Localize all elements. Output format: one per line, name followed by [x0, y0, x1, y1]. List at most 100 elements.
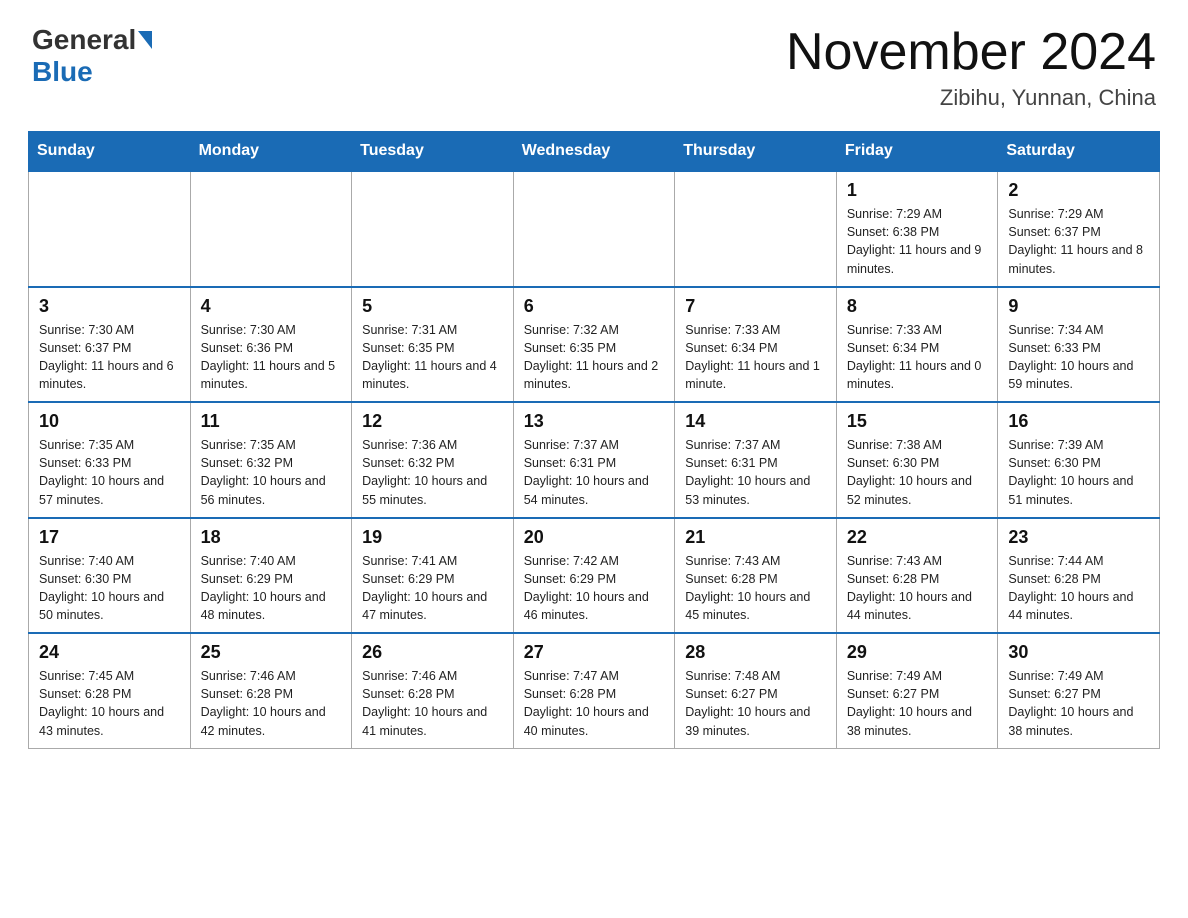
calendar-cell: 19 Sunrise: 7:41 AM Sunset: 6:29 PM Dayli…: [352, 518, 514, 634]
calendar-week-row: 3Sunrise: 7:30 AM Sunset: 6:37 PM Daylig…: [29, 287, 1160, 403]
day-info: Sunrise: 7:46 AM Sunset: 6:28 PM Dayligh…: [362, 667, 503, 740]
day-number: 26: [362, 642, 503, 663]
day-info: Sunrise: 7:39 AM Sunset: 6:30 PM Dayligh…: [1008, 436, 1149, 509]
day-number: 19: [362, 527, 503, 548]
logo-general-text: General: [32, 24, 136, 56]
day-info: Sunrise: 7:31 AM Sunset: 6:35 PM Dayligh…: [362, 321, 503, 394]
calendar-cell: 4Sunrise: 7:30 AM Sunset: 6:36 PM Daylig…: [190, 287, 352, 403]
calendar-cell: 26 Sunrise: 7:46 AM Sunset: 6:28 PM Dayli…: [352, 633, 514, 748]
day-number: 29: [847, 642, 988, 663]
logo-arrow-icon: [138, 31, 152, 49]
day-info: Sunrise: 7:47 AM Sunset: 6:28 PM Dayligh…: [524, 667, 665, 740]
day-info: Sunrise: 7:43 AM Sunset: 6:28 PM Dayligh…: [685, 552, 826, 625]
location-subtitle: Zibihu, Yunnan, China: [786, 85, 1156, 111]
calendar-cell: 8Sunrise: 7:33 AM Sunset: 6:34 PM Daylig…: [836, 287, 998, 403]
calendar-week-row: 17 Sunrise: 7:40 AM Sunset: 6:30 PM Dayli…: [29, 518, 1160, 634]
calendar-cell: 6Sunrise: 7:32 AM Sunset: 6:35 PM Daylig…: [513, 287, 675, 403]
day-number: 24: [39, 642, 180, 663]
calendar-cell: 30 Sunrise: 7:49 AM Sunset: 6:27 PM Dayli…: [998, 633, 1160, 748]
calendar-cell: 5 Sunrise: 7:31 AM Sunset: 6:35 PM Daylig…: [352, 287, 514, 403]
day-number: 1: [847, 180, 988, 201]
month-year-title: November 2024: [786, 24, 1156, 81]
day-number: 18: [201, 527, 342, 548]
day-info: Sunrise: 7:37 AM Sunset: 6:31 PM Dayligh…: [524, 436, 665, 509]
day-info: Sunrise: 7:49 AM Sunset: 6:27 PM Dayligh…: [1008, 667, 1149, 740]
day-info: Sunrise: 7:29 AM Sunset: 6:37 PM Dayligh…: [1008, 205, 1149, 278]
calendar-cell: 3Sunrise: 7:30 AM Sunset: 6:37 PM Daylig…: [29, 287, 191, 403]
day-number: 20: [524, 527, 665, 548]
day-number: 8: [847, 296, 988, 317]
logo: General Blue: [32, 24, 154, 88]
day-info: Sunrise: 7:36 AM Sunset: 6:32 PM Dayligh…: [362, 436, 503, 509]
calendar-cell: 13 Sunrise: 7:37 AM Sunset: 6:31 PM Dayli…: [513, 402, 675, 518]
calendar-cell: [190, 171, 352, 287]
day-info: Sunrise: 7:35 AM Sunset: 6:33 PM Dayligh…: [39, 436, 180, 509]
page-header: General Blue November 2024 Zibihu, Yunna…: [0, 0, 1188, 121]
day-info: Sunrise: 7:41 AM Sunset: 6:29 PM Dayligh…: [362, 552, 503, 625]
calendar-cell: 18 Sunrise: 7:40 AM Sunset: 6:29 PM Dayli…: [190, 518, 352, 634]
calendar-cell: 28 Sunrise: 7:48 AM Sunset: 6:27 PM Dayli…: [675, 633, 837, 748]
calendar-cell: 12Sunrise: 7:36 AM Sunset: 6:32 PM Dayli…: [352, 402, 514, 518]
weekday-header-friday: Friday: [836, 132, 998, 172]
calendar-cell: 15 Sunrise: 7:38 AM Sunset: 6:30 PM Dayli…: [836, 402, 998, 518]
day-info: Sunrise: 7:30 AM Sunset: 6:36 PM Dayligh…: [201, 321, 342, 394]
day-number: 23: [1008, 527, 1149, 548]
calendar-cell: 10Sunrise: 7:35 AM Sunset: 6:33 PM Dayli…: [29, 402, 191, 518]
calendar-cell: 24 Sunrise: 7:45 AM Sunset: 6:28 PM Dayli…: [29, 633, 191, 748]
calendar-cell: 11 Sunrise: 7:35 AM Sunset: 6:32 PM Dayli…: [190, 402, 352, 518]
day-info: Sunrise: 7:48 AM Sunset: 6:27 PM Dayligh…: [685, 667, 826, 740]
day-info: Sunrise: 7:38 AM Sunset: 6:30 PM Dayligh…: [847, 436, 988, 509]
calendar-cell: 2Sunrise: 7:29 AM Sunset: 6:37 PM Daylig…: [998, 171, 1160, 287]
day-info: Sunrise: 7:45 AM Sunset: 6:28 PM Dayligh…: [39, 667, 180, 740]
day-number: 28: [685, 642, 826, 663]
calendar-cell: 17 Sunrise: 7:40 AM Sunset: 6:30 PM Dayli…: [29, 518, 191, 634]
day-info: Sunrise: 7:34 AM Sunset: 6:33 PM Dayligh…: [1008, 321, 1149, 394]
day-info: Sunrise: 7:40 AM Sunset: 6:29 PM Dayligh…: [201, 552, 342, 625]
day-number: 17: [39, 527, 180, 548]
calendar-cell: [352, 171, 514, 287]
day-info: Sunrise: 7:29 AM Sunset: 6:38 PM Dayligh…: [847, 205, 988, 278]
calendar-cell: 27Sunrise: 7:47 AM Sunset: 6:28 PM Dayli…: [513, 633, 675, 748]
weekday-header-monday: Monday: [190, 132, 352, 172]
day-info: Sunrise: 7:46 AM Sunset: 6:28 PM Dayligh…: [201, 667, 342, 740]
calendar-table: SundayMondayTuesdayWednesdayThursdayFrid…: [28, 131, 1160, 749]
day-number: 25: [201, 642, 342, 663]
day-number: 7: [685, 296, 826, 317]
day-number: 13: [524, 411, 665, 432]
calendar-cell: 29 Sunrise: 7:49 AM Sunset: 6:27 PM Dayli…: [836, 633, 998, 748]
day-info: Sunrise: 7:44 AM Sunset: 6:28 PM Dayligh…: [1008, 552, 1149, 625]
calendar-cell: 14Sunrise: 7:37 AM Sunset: 6:31 PM Dayli…: [675, 402, 837, 518]
calendar-cell: 1 Sunrise: 7:29 AM Sunset: 6:38 PM Daylig…: [836, 171, 998, 287]
weekday-header-wednesday: Wednesday: [513, 132, 675, 172]
calendar-week-row: 1 Sunrise: 7:29 AM Sunset: 6:38 PM Daylig…: [29, 171, 1160, 287]
calendar-week-row: 24 Sunrise: 7:45 AM Sunset: 6:28 PM Dayli…: [29, 633, 1160, 748]
day-number: 14: [685, 411, 826, 432]
weekday-header-tuesday: Tuesday: [352, 132, 514, 172]
weekday-header-row: SundayMondayTuesdayWednesdayThursdayFrid…: [29, 132, 1160, 172]
calendar-cell: 9 Sunrise: 7:34 AM Sunset: 6:33 PM Daylig…: [998, 287, 1160, 403]
day-number: 6: [524, 296, 665, 317]
calendar-cell: [29, 171, 191, 287]
day-number: 30: [1008, 642, 1149, 663]
day-number: 5: [362, 296, 503, 317]
day-number: 16: [1008, 411, 1149, 432]
calendar-cell: 20 Sunrise: 7:42 AM Sunset: 6:29 PM Dayli…: [513, 518, 675, 634]
calendar-cell: 22Sunrise: 7:43 AM Sunset: 6:28 PM Dayli…: [836, 518, 998, 634]
day-info: Sunrise: 7:42 AM Sunset: 6:29 PM Dayligh…: [524, 552, 665, 625]
calendar-cell: [675, 171, 837, 287]
day-info: Sunrise: 7:35 AM Sunset: 6:32 PM Dayligh…: [201, 436, 342, 509]
calendar-cell: 21Sunrise: 7:43 AM Sunset: 6:28 PM Dayli…: [675, 518, 837, 634]
calendar-cell: 16 Sunrise: 7:39 AM Sunset: 6:30 PM Dayli…: [998, 402, 1160, 518]
day-number: 15: [847, 411, 988, 432]
day-info: Sunrise: 7:33 AM Sunset: 6:34 PM Dayligh…: [685, 321, 826, 394]
weekday-header-saturday: Saturday: [998, 132, 1160, 172]
day-number: 9: [1008, 296, 1149, 317]
calendar-week-row: 10Sunrise: 7:35 AM Sunset: 6:33 PM Dayli…: [29, 402, 1160, 518]
day-info: Sunrise: 7:40 AM Sunset: 6:30 PM Dayligh…: [39, 552, 180, 625]
day-info: Sunrise: 7:49 AM Sunset: 6:27 PM Dayligh…: [847, 667, 988, 740]
day-number: 11: [201, 411, 342, 432]
weekday-header-thursday: Thursday: [675, 132, 837, 172]
title-block: November 2024 Zibihu, Yunnan, China: [786, 24, 1156, 111]
day-number: 3: [39, 296, 180, 317]
calendar-cell: [513, 171, 675, 287]
